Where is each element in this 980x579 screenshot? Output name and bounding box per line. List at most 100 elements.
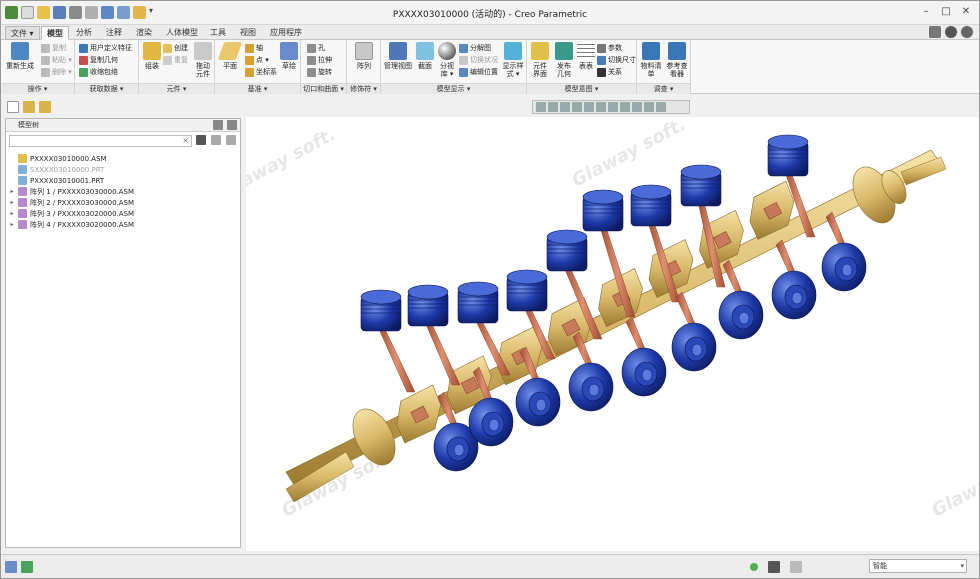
model-tree-row[interactable]: ▸ 阵列 2 / PXXXX03030000.ASM (9, 197, 239, 208)
filter-icon[interactable] (211, 135, 221, 145)
tab-render[interactable]: 渲染 (131, 26, 157, 40)
display-style-button[interactable]: 显示样式 ▾ (501, 42, 525, 78)
selection-filter[interactable]: 智能 ▾ (869, 559, 967, 573)
add-column-icon[interactable] (226, 135, 236, 145)
publish-geometry-button[interactable]: 发布几何 (553, 42, 575, 78)
tab-annotate[interactable]: 注释 (101, 26, 127, 40)
relations-button[interactable]: 关系 (597, 67, 622, 77)
udf-button[interactable]: 用户定义特征 (79, 43, 132, 53)
sketch-button[interactable]: 草绘 (279, 42, 299, 70)
group-label-component[interactable]: 元件 ▾ (139, 83, 214, 94)
regen-status-icon (750, 563, 758, 571)
spin-center-icon[interactable] (644, 102, 654, 112)
minimize-icon[interactable]: – (919, 5, 933, 19)
zoom-in-icon[interactable] (548, 102, 558, 112)
view-manager-icon[interactable] (608, 102, 618, 112)
regenerate-button[interactable]: 重新生成 (5, 42, 35, 70)
layer-tree-tab-icon[interactable] (23, 101, 35, 113)
display-style-icon[interactable] (584, 102, 594, 112)
settings-icon[interactable] (213, 120, 223, 130)
find-icon[interactable] (196, 135, 206, 145)
model-tree-row[interactable]: ▸ 阵列 1 / PXXXX03030000.ASM (9, 186, 239, 197)
tab-view[interactable]: 视图 (235, 26, 261, 40)
clear-search-icon[interactable]: × (182, 136, 189, 146)
group-label-operations[interactable]: 操作 ▾ (1, 83, 74, 94)
expand-arrow-icon[interactable]: ▸ (9, 210, 15, 217)
model-tree-row[interactable]: PXXXX03010001.PRT (9, 175, 239, 186)
navigator-toggle-icon[interactable] (5, 561, 17, 573)
group-label-cut-surface[interactable]: 切口和曲面 ▾ (301, 83, 346, 94)
expand-arrow-icon[interactable]: ▸ (9, 199, 15, 206)
model-tree-label: 阵列 4 / PXXXX03020000.ASM (30, 220, 135, 229)
extrude-button[interactable]: 拉伸 (307, 55, 332, 65)
exploded-lib-button[interactable]: 分视库 ▾ (437, 42, 457, 78)
csys-button[interactable]: 坐标系 (245, 67, 277, 77)
reference-viewer-button[interactable]: 参考查看器 (665, 42, 689, 78)
revolve-button[interactable]: 旋转 (307, 67, 332, 77)
exploded-view-button[interactable]: 分解图 (459, 43, 491, 53)
help-icon[interactable] (945, 26, 957, 38)
repeat-button[interactable]: 重复 (163, 55, 188, 65)
piston-crown (506, 269, 548, 285)
model-tree-row[interactable]: ▸ 阵列 4 / PXXXX03020000.ASM (9, 219, 239, 230)
annotation-display-icon[interactable] (656, 102, 666, 112)
pattern-button[interactable]: 阵列 (353, 42, 375, 70)
group-label-investigate[interactable]: 调查 ▾ (637, 83, 690, 94)
tab-file[interactable]: 文件 ▾ (5, 26, 40, 40)
model-tree-row[interactable]: ▸ 阵列 3 / PXXXX03020000.ASM (9, 208, 239, 219)
manage-views-button[interactable]: 管理视图 (383, 42, 413, 70)
paste-button[interactable]: 粘贴 ▾ (41, 55, 72, 65)
show-icon[interactable] (227, 120, 237, 130)
copy-geometry-button[interactable]: 复制几何 (79, 55, 118, 65)
perspective-icon[interactable] (620, 102, 630, 112)
toggle-status-button[interactable]: 切换状况 (459, 55, 498, 65)
edit-position-button[interactable]: 编辑位置 (459, 67, 498, 77)
search-input[interactable]: × (9, 135, 192, 147)
tab-analysis[interactable]: 分析 (71, 26, 97, 40)
parameters-button[interactable]: 参数 (597, 43, 622, 53)
point-button[interactable]: 点 ▾ (245, 55, 269, 65)
folder-browser-icon[interactable] (39, 101, 51, 113)
group-label-model-display[interactable]: 模型显示 ▾ (381, 83, 526, 94)
settings-icon[interactable] (961, 26, 973, 38)
select-box-icon[interactable] (790, 561, 802, 573)
section-button[interactable]: 截面 (415, 42, 435, 70)
axis-button[interactable]: 轴 (245, 43, 263, 53)
bom-button[interactable]: 物料清单 (639, 42, 663, 78)
group-label-get-data[interactable]: 获取数据 ▾ (75, 83, 138, 94)
close-icon[interactable]: ✕ (959, 5, 973, 19)
group-label-modifiers[interactable]: 修饰符 ▾ (347, 83, 380, 94)
create-component-button[interactable]: 创建 (163, 43, 188, 53)
model-tree-tab-icon[interactable] (7, 101, 19, 113)
tab-model[interactable]: 模型 (41, 26, 69, 40)
component-interface-button[interactable]: 元件界面 (529, 42, 551, 78)
expand-arrow-icon[interactable]: ▸ (9, 188, 15, 195)
expand-arrow-icon[interactable]: ▸ (9, 221, 15, 228)
hole-button[interactable]: 孔 (307, 43, 325, 53)
repaint-icon[interactable] (572, 102, 582, 112)
group-label-model-intent[interactable]: 模型意图 ▾ (527, 83, 636, 94)
assemble-button[interactable]: 组装 (141, 42, 163, 70)
copy-button[interactable]: 复制 (41, 43, 66, 53)
tab-tools[interactable]: 工具 (205, 26, 231, 40)
shrinkwrap-button[interactable]: 收缩包络 (79, 67, 118, 77)
family-table-button[interactable]: 表表 (577, 42, 595, 70)
delete-button[interactable]: 删除 ▾ (41, 67, 72, 77)
saved-orientations-icon[interactable] (596, 102, 606, 112)
drag-component-button[interactable]: 拖动元件 (193, 42, 213, 78)
collapse-ribbon-icon[interactable] (929, 26, 941, 38)
model-tree-row[interactable]: SXXXX03010000.PRT (9, 164, 239, 175)
browser-toggle-icon[interactable] (21, 561, 33, 573)
toggle-dims-button[interactable]: 切换尺寸 (597, 55, 636, 65)
tab-applications[interactable]: 应用程序 (265, 26, 307, 40)
find-icon[interactable] (768, 561, 780, 573)
zoom-out-icon[interactable] (560, 102, 570, 112)
maximize-icon[interactable]: □ (939, 5, 953, 19)
model-tree-row[interactable]: PXXXX03010000.ASM (9, 153, 239, 164)
plane-button[interactable]: 平面 (217, 42, 243, 70)
refit-icon[interactable] (536, 102, 546, 112)
graphics-viewport[interactable]: Glaway soft. Glaway soft. Glaway soft. Glaw… (246, 117, 979, 551)
tab-manikin[interactable]: 人体模型 (161, 26, 203, 40)
group-label-datum[interactable]: 基准 ▾ (215, 83, 300, 94)
datum-display-icon[interactable] (632, 102, 642, 112)
